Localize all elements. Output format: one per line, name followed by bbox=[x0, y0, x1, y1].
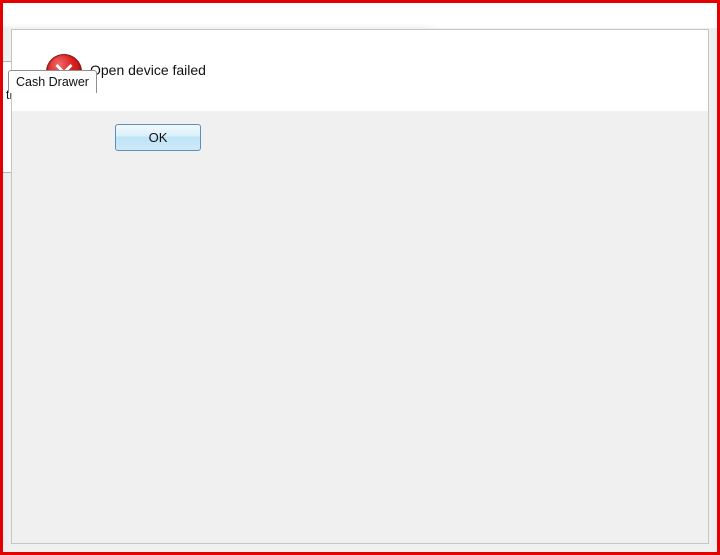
desktop-screen: New Volume (F:) ⌃ RAWER_I... MB B Cash D… bbox=[0, 0, 720, 555]
error-content-area: Open device failed bbox=[11, 29, 709, 112]
error-ok-button[interactable]: OK bbox=[115, 124, 201, 151]
tab-cash-drawer[interactable]: Cash Drawer bbox=[8, 70, 97, 93]
error-message-text: Open device failed bbox=[90, 62, 206, 78]
error-footer bbox=[11, 111, 709, 544]
